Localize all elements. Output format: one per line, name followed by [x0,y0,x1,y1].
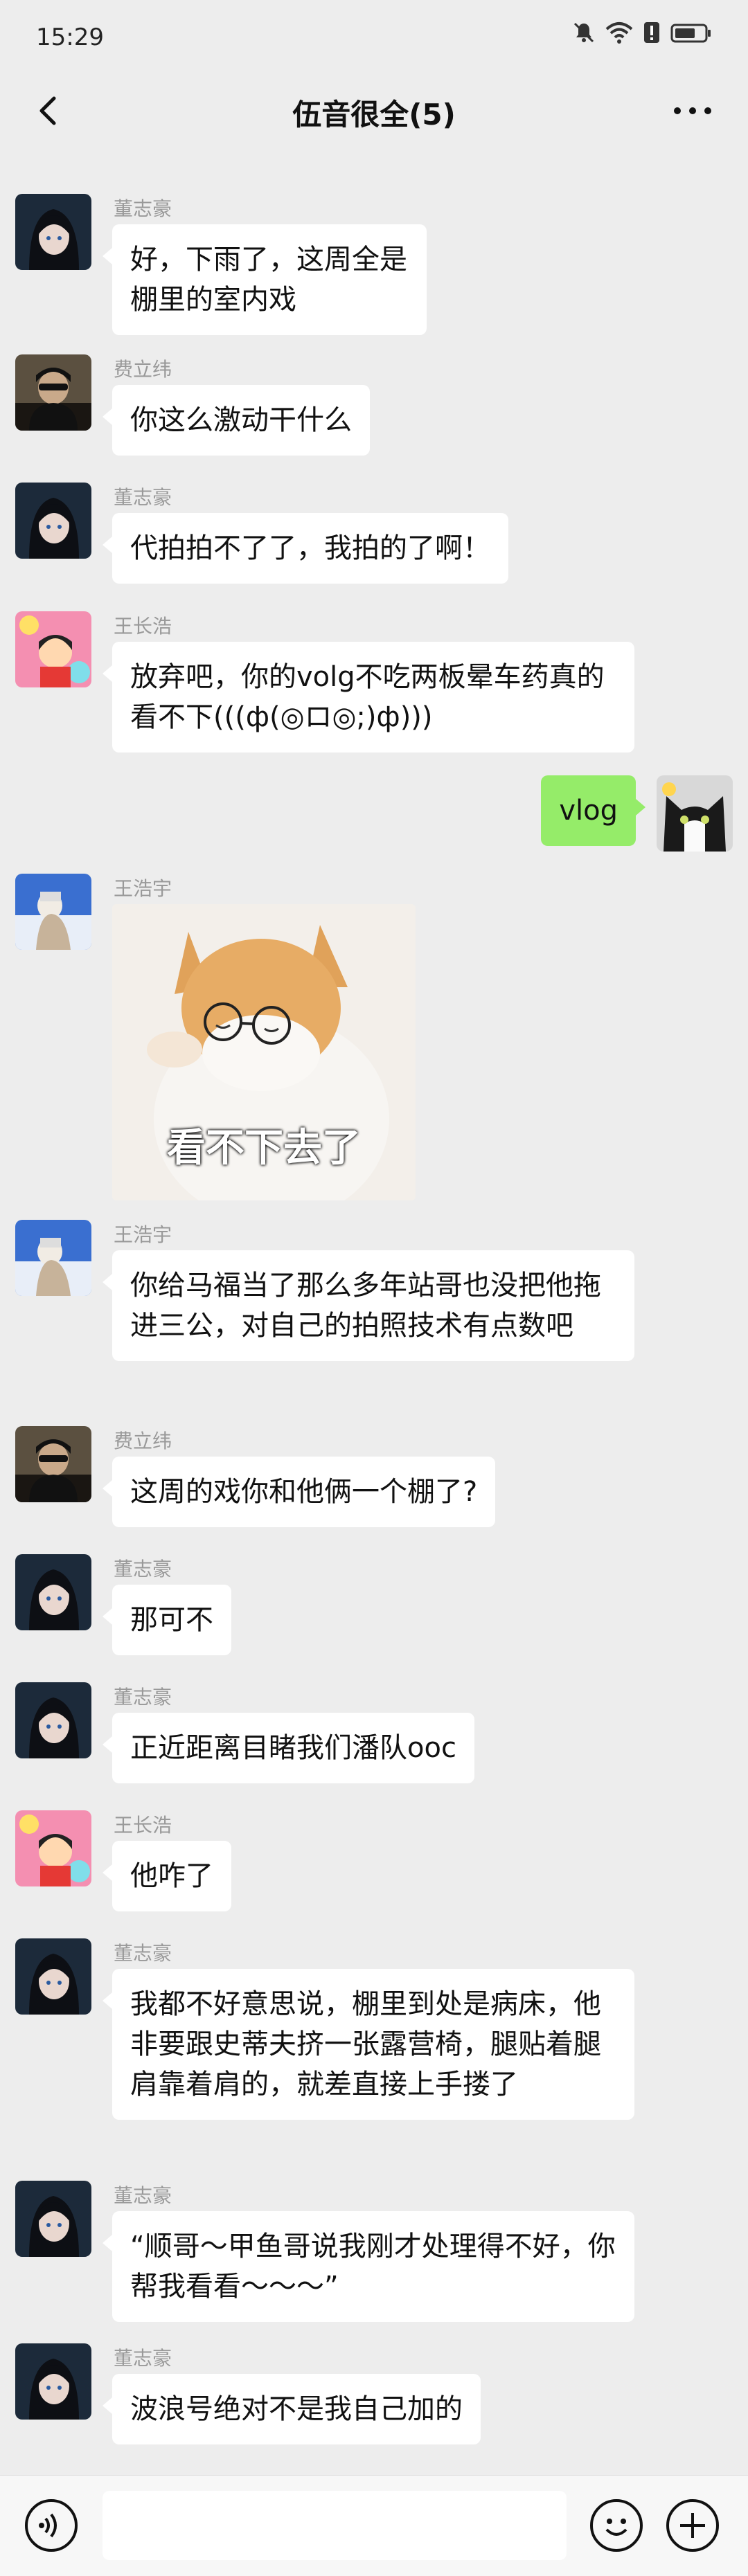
status-icons [572,21,712,44]
emoji-icon [605,2519,627,2536]
plus-icon [680,2513,705,2538]
wifi-icon [605,22,633,44]
avatar[interactable] [15,611,91,687]
avatar[interactable] [15,483,91,559]
message-bubble[interactable]: 波浪号绝对不是我自己加的 [103,2374,481,2444]
message-bubble[interactable]: 那可不 [103,1585,231,1655]
avatar[interactable] [15,1426,91,1502]
voice-icon [39,2513,57,2538]
message-text: 你这么激动干什么 [130,404,352,436]
plus-button[interactable] [666,2499,719,2552]
more-button[interactable] [665,89,720,133]
avatar[interactable] [15,1554,91,1630]
sender-name: 王长浩 [114,1814,172,1837]
message-text: 好，下雨了，这周全是棚里的室内戏 [130,244,407,316]
avatar[interactable] [15,2181,91,2257]
message-bubble[interactable]: 你这么激动干什么 [103,385,370,456]
sender-name: 董志豪 [114,2347,172,2370]
sender-name: 董志豪 [114,1686,172,1709]
message-text: 那可不 [130,1604,213,1636]
message-text: 代拍拍不了了，我拍的了啊！ [130,532,490,564]
sender-name: 董志豪 [114,486,172,509]
avatar[interactable] [15,1810,91,1886]
message-text: 正近距离目睹我们潘队ooc [130,1732,456,1764]
message-text: 你给马福当了那么多年站哥也没把他拖进三公，对自己的拍照技术有点数吧 [130,1270,601,1342]
sender-name: 董志豪 [114,197,172,220]
message-text: 这周的戏你和他俩一个棚了? [130,1476,478,1508]
avatar[interactable] [15,874,91,950]
title-bar: 伍音很全(5) [0,76,748,145]
mute-icon [573,22,594,43]
sender-name: 董志豪 [114,2184,172,2207]
message-bubble[interactable]: 好，下雨了，这周全是棚里的室内戏 [103,224,427,335]
emoji-button[interactable] [590,2499,643,2552]
sender-name: 费立纬 [114,1430,172,1452]
message-bubble[interactable]: “顺哥～甲鱼哥说我刚才处理得不好，你帮我看看～～～” [103,2211,634,2322]
message-text: 波浪号绝对不是我自己加的 [130,2393,463,2425]
alert-icon [644,22,659,43]
message-text: 我都不好意思说，棚里到处是病床，他非要跟史蒂夫挤一张露营椅，腿贴着腿肩靠着肩的，… [130,1988,601,2100]
sender-name: 费立纬 [114,358,172,381]
avatar[interactable] [15,354,91,431]
message-text: “顺哥～甲鱼哥说我刚才处理得不好，你帮我看看～～～” [130,2231,616,2303]
avatar[interactable] [15,1938,91,2015]
message-bubble[interactable]: 这周的戏你和他俩一个棚了? [102,1457,496,1527]
sticker-image[interactable]: 看不下去了 [112,904,416,1200]
message-bubble[interactable]: 代拍拍不了了，我拍的了啊！ [103,513,508,584]
message-bubble[interactable]: 你给马福当了那么多年站哥也没把他拖进三公，对自己的拍照技术有点数吧 [103,1250,634,1361]
sender-name: 王浩宇 [114,877,172,900]
my-avatar[interactable] [657,775,733,852]
status-bar: 15:29 [0,0,748,76]
sender-name: 王浩宇 [114,1223,172,1246]
status-time: 15:29 [36,24,104,51]
message-bubble[interactable]: 我都不好意思说，棚里到处是病床，他非要跟史蒂夫挤一张露营椅，腿贴着腿肩靠着肩的，… [103,1969,634,2120]
battery-icon [670,24,711,43]
avatar[interactable] [15,2343,91,2420]
message-text: 放弃吧，你的volg不吃两板晕车药真的看不下(((ф(◎ロ◎;)ф))) [130,661,605,733]
avatar[interactable] [15,1220,91,1296]
message-input[interactable] [103,2491,567,2560]
message-bubble[interactable]: 他咋了 [103,1841,231,1911]
message-bubble[interactable]: 正近距离目睹我们潘队ooc [103,1713,474,1783]
chat-title: 伍音很全(5) [292,98,456,132]
message-text: 他咋了 [130,1860,213,1892]
sender-name: 王长浩 [114,615,172,638]
voice-button[interactable] [25,2499,78,2552]
sender-name: 董志豪 [114,1942,172,1965]
sender-name: 董志豪 [114,1558,172,1580]
sticker-caption: 看不下去了 [167,1126,361,1171]
avatar[interactable] [15,194,91,270]
input-bar [0,2475,748,2576]
message-bubble[interactable]: 放弃吧，你的volg不吃两板晕车药真的看不下(((ф(◎ロ◎;)ф))) [103,642,634,753]
message-text: vlog [559,795,618,827]
my-message-bubble[interactable]: vlog [541,775,645,846]
avatar[interactable] [15,1682,91,1758]
